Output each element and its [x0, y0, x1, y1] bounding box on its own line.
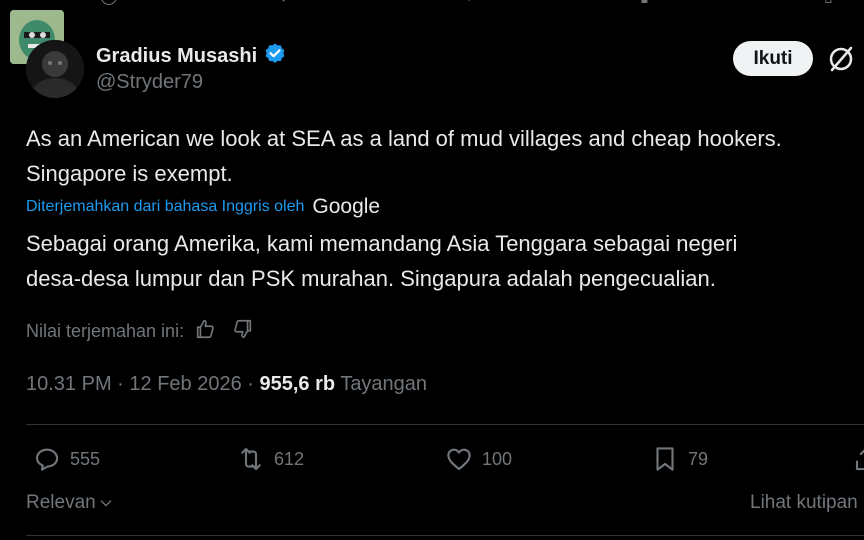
retweet-icon: ⇄ — [280, 0, 293, 6]
translated-text-line: Sebagai orang Amerika, kami memandang As… — [26, 231, 738, 256]
translated-text: Sebagai orang Amerika, kami memandang As… — [26, 226, 864, 296]
bookmark-count: 79 — [688, 448, 709, 469]
share-button[interactable] — [852, 444, 864, 474]
tweet-text-line: Singapore is exempt. — [26, 161, 233, 186]
heart-icon — [447, 448, 471, 471]
bookmark-icon: ▯ — [824, 0, 833, 6]
translation-attribution: Diterjemahkan dari bahasa Inggris oleh G… — [26, 195, 380, 219]
author-name[interactable]: Gradius Musashi — [96, 45, 257, 68]
divider — [26, 424, 864, 425]
google-logo: Google — [312, 195, 381, 218]
thumbs-up-icon[interactable] — [194, 318, 216, 345]
reply-icon — [35, 448, 59, 471]
tweet-text: As an American we look at SEA as a land … — [26, 121, 864, 191]
retweet-icon — [241, 447, 261, 471]
share-icon — [855, 449, 864, 471]
view-quotes-link[interactable]: Lihat kutipan — [750, 492, 858, 514]
views-icon: ▮ — [640, 0, 649, 6]
translated-from-link[interactable]: Diterjemahkan dari bahasa Inggris oleh — [26, 198, 304, 216]
retweet-button[interactable]: 612 — [236, 444, 304, 474]
author-avatar[interactable] — [26, 40, 84, 98]
tweet-text-line: As an American we look at SEA as a land … — [26, 126, 782, 151]
verified-badge-icon — [263, 42, 287, 71]
author-handle[interactable]: @Stryder79 — [96, 71, 203, 94]
author-name-row: Gradius Musashi — [96, 42, 287, 71]
views-label: Tayangan — [340, 373, 428, 395]
views-count: 955,6 rb — [259, 373, 336, 395]
rate-translation-label: Nilai terjemahan ini: — [26, 321, 185, 341]
tweet-time[interactable]: 10.31 PM — [26, 373, 112, 395]
thumbs-down-icon[interactable] — [232, 318, 254, 345]
meta-separator: · — [247, 373, 260, 395]
bookmark-button[interactable]: 79 — [650, 444, 708, 474]
reply-icon: ◯ — [100, 0, 118, 6]
like-count: 100 — [482, 448, 513, 469]
rate-translation-row: Nilai terjemahan ini: — [26, 318, 254, 345]
tweet-date[interactable]: 12 Feb 2026 — [129, 373, 241, 395]
retweet-count: 612 — [274, 448, 305, 469]
follow-button[interactable]: Ikuti — [733, 41, 813, 76]
sort-label: Relevan — [26, 492, 96, 513]
chevron-down-icon — [100, 500, 112, 507]
grok-icon[interactable] — [826, 44, 856, 74]
translated-text-line: desa-desa lumpur dan PSK murahan. Singap… — [26, 266, 716, 291]
meta-separator: · — [117, 373, 130, 395]
divider — [26, 535, 864, 536]
previous-tweet-action-bar: ◯ ⇄ ♡ ▮ ▯ — [0, 0, 864, 10]
like-button[interactable]: 100 — [444, 444, 512, 474]
reply-button[interactable]: 555 — [32, 444, 100, 474]
like-icon: ♡ — [462, 0, 476, 6]
bookmark-icon — [656, 447, 674, 471]
sort-dropdown[interactable]: Relevan — [26, 492, 114, 514]
reply-count: 555 — [70, 448, 101, 469]
tweet-meta: 10.31 PM · 12 Feb 2026 · 955,6 rb Tayang… — [26, 373, 427, 396]
